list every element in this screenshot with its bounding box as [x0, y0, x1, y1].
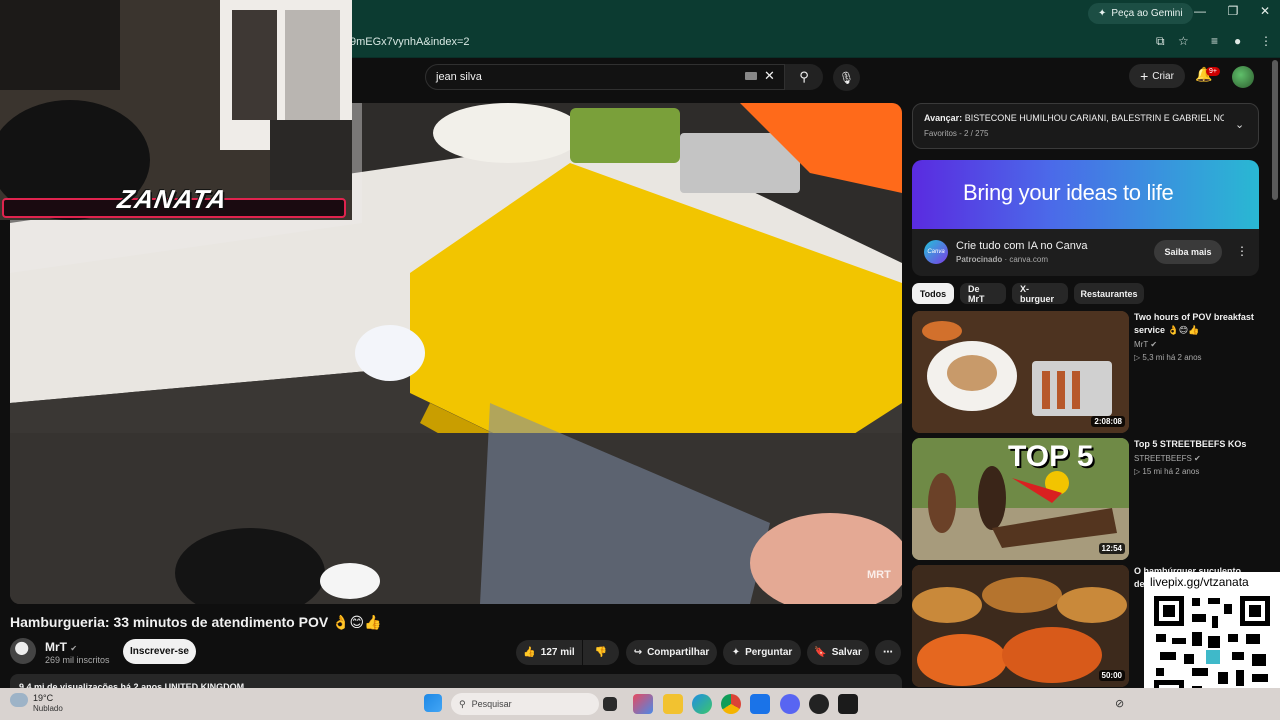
- minimize-icon[interactable]: —: [1185, 4, 1215, 18]
- subscribe-button[interactable]: Inscrever-se: [123, 639, 196, 664]
- notification-badge: 9+: [1206, 67, 1220, 76]
- plus-icon: +: [1140, 68, 1149, 84]
- voice-search-button[interactable]: 🎙: [833, 64, 860, 91]
- thumbnail-image: [912, 565, 1129, 687]
- ask-gemini-button[interactable]: ✦ Peça ao Gemini: [1088, 3, 1193, 24]
- share-icon: ↪: [633, 647, 643, 658]
- more-icon: ⋯: [883, 647, 893, 658]
- video-thumbnail[interactable]: TOP 5 12:54: [912, 438, 1129, 560]
- chip-from-mrt[interactable]: De MrT: [960, 283, 1006, 304]
- url-text[interactable]: 9mEGx7vynhA&index=2: [350, 36, 470, 48]
- video-meta: ▷ 5,3 mi há 2 anos: [1134, 353, 1202, 362]
- playlist-position: Favoritos - 2 / 275: [924, 129, 989, 138]
- chrome-icon[interactable]: [721, 694, 741, 714]
- verified-icon: ✔: [70, 644, 78, 653]
- video-duration: 2:08:08: [1091, 416, 1125, 427]
- learn-more-button[interactable]: Saiba mais: [1154, 240, 1222, 264]
- discord-icon[interactable]: [780, 694, 800, 714]
- chip-x-burguer[interactable]: X-burguer: [1012, 283, 1068, 304]
- streamer-name-logo: ZANATA: [115, 184, 230, 214]
- ask-button[interactable]: ✦ Perguntar: [723, 640, 801, 665]
- donation-link-text: livepix.gg/vtzanata: [1150, 575, 1249, 589]
- playlist-next-title: Avançar: BISTECONE HUMILHOU CARIANI, BAL…: [924, 113, 1224, 123]
- play-icon: ▷: [1134, 353, 1141, 362]
- restore-icon[interactable]: ❐: [1218, 4, 1248, 18]
- playlist-panel[interactable]: [912, 103, 1259, 149]
- video-title[interactable]: Top 5 STREETBEEFS KOs: [1134, 438, 1259, 451]
- thumbs-down-icon: 👎: [594, 647, 608, 658]
- windows-start-icon[interactable]: [424, 694, 442, 712]
- bookmark-star-icon[interactable]: ☆: [1178, 34, 1189, 48]
- copilot-icon[interactable]: [633, 694, 653, 714]
- video-thumbnail[interactable]: 50:00: [912, 565, 1129, 687]
- search-button[interactable]: ⚲: [785, 64, 823, 90]
- video-duration: 50:00: [1098, 670, 1125, 681]
- obs-icon[interactable]: [809, 694, 829, 714]
- like-button[interactable]: 👍 127 mil: [516, 640, 582, 665]
- install-app-icon[interactable]: ⧉: [1156, 34, 1165, 49]
- verified-icon: ✔: [1150, 340, 1158, 349]
- search-icon: ⚲: [459, 698, 466, 709]
- edge-icon[interactable]: [692, 694, 712, 714]
- share-button[interactable]: ↪ Compartilhar: [626, 640, 717, 665]
- more-actions-button[interactable]: ⋯: [875, 640, 901, 665]
- clear-search-icon[interactable]: ✕: [764, 68, 775, 84]
- create-button[interactable]: + Criar: [1129, 64, 1185, 88]
- save-button[interactable]: 🔖 Salvar: [807, 640, 869, 665]
- close-icon[interactable]: ✕: [1250, 4, 1280, 18]
- weather-temperature[interactable]: 19°C: [33, 693, 53, 703]
- channel-avatar[interactable]: [10, 638, 36, 664]
- search-icon: ⚲: [799, 69, 809, 84]
- video-watermark: MRT: [867, 569, 891, 581]
- profile-icon[interactable]: ●: [1234, 34, 1241, 48]
- cloud-weather-icon[interactable]: [10, 693, 28, 707]
- thumbs-up-icon: 👍: [523, 647, 536, 658]
- task-view-icon[interactable]: [603, 697, 617, 711]
- canva-logo: Canva: [924, 240, 948, 264]
- play-icon: ▷: [1134, 467, 1141, 476]
- video-title[interactable]: Two hours of POV breakfast service 👌😊👍: [1134, 311, 1259, 337]
- ad-title: Crie tudo com IA no Canva: [956, 240, 1088, 252]
- file-explorer-icon[interactable]: [663, 694, 683, 714]
- account-avatar[interactable]: [1232, 66, 1254, 88]
- microphone-icon: 🎙: [838, 70, 855, 85]
- subscriber-count: 269 mil inscritos: [45, 655, 110, 665]
- dislike-button[interactable]: 👎: [583, 640, 619, 665]
- page-scrollbar[interactable]: [1272, 60, 1278, 200]
- epic-games-icon[interactable]: [838, 694, 858, 714]
- ad-banner-text: Bring your ideas to life: [963, 180, 1174, 205]
- video-title: Hamburgueria: 33 minutos de atendimento …: [10, 614, 382, 630]
- sparkle-icon: ✦: [731, 647, 741, 658]
- channel-name[interactable]: MrT ✔: [1134, 340, 1157, 349]
- gemini-icon: ✦: [1098, 8, 1107, 19]
- channel-name[interactable]: MrT ✔: [45, 640, 77, 654]
- video-duration: 12:54: [1098, 543, 1125, 554]
- media-controls-icon[interactable]: ≡: [1211, 34, 1218, 48]
- network-icon[interactable]: ⊘: [1115, 697, 1124, 710]
- bookmark-icon: 🔖: [814, 647, 827, 658]
- thumbnail-image: [912, 311, 1129, 433]
- taskbar-search[interactable]: ⚲ Pesquisar: [451, 693, 599, 715]
- channel-name[interactable]: STREETBEEFS ✔: [1134, 454, 1201, 463]
- video-thumbnail[interactable]: 2:08:08: [912, 311, 1129, 433]
- chevron-down-icon[interactable]: ⌄: [1235, 118, 1244, 131]
- chip-all[interactable]: Todos: [912, 283, 954, 304]
- video-meta: ▷ 15 mi há 2 anos: [1134, 467, 1200, 476]
- store-icon[interactable]: [750, 694, 770, 714]
- more-icon[interactable]: ⋮: [1236, 244, 1248, 258]
- keyboard-icon[interactable]: [745, 72, 757, 80]
- menu-kebab-icon[interactable]: ⋮: [1260, 34, 1272, 48]
- verified-icon: ✔: [1194, 454, 1201, 463]
- thumbnail-text: TOP 5: [1008, 440, 1094, 473]
- search-input[interactable]: jean silva: [425, 64, 785, 90]
- chip-restaurants[interactable]: Restaurantes: [1074, 283, 1144, 304]
- ad-sponsor-line: Patrocinado · canva.com: [956, 255, 1049, 264]
- weather-description[interactable]: Nublado: [33, 704, 63, 713]
- streamer-webcam-overlay: ZANATA: [0, 0, 352, 220]
